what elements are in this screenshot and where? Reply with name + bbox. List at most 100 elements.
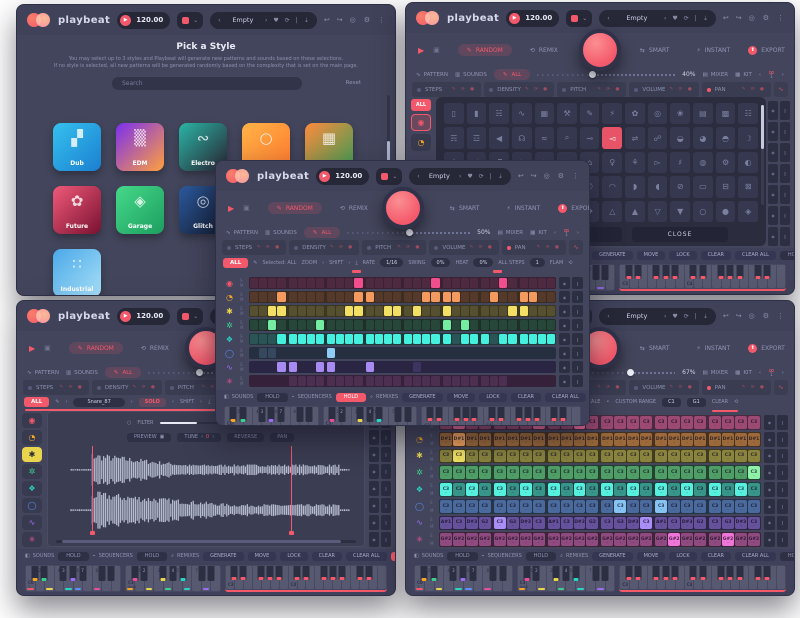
style-tile-garage[interactable]: ◈Garage [116, 186, 164, 234]
sound-icon-cell[interactable]: ⊘ [670, 176, 690, 197]
range-high[interactable]: G1 [687, 398, 706, 407]
step-cell[interactable] [404, 376, 412, 386]
sound-icon-cell[interactable]: ⊟ [716, 176, 736, 197]
piano-key-black[interactable] [31, 566, 38, 581]
step-cell[interactable] [375, 320, 383, 330]
pitch-cell[interactable]: C3 [709, 517, 721, 530]
step-cell[interactable] [289, 278, 297, 288]
step-cell[interactable] [307, 292, 315, 302]
sound-icon-cell[interactable]: ◗ [625, 176, 645, 197]
piano-key-black[interactable] [230, 566, 237, 580]
step-cell[interactable] [547, 320, 555, 330]
tune-control[interactable]: TUNE ‹ 0 › [177, 433, 221, 442]
track-button[interactable]: ❖ [22, 481, 42, 496]
move-button[interactable]: MOVE [248, 552, 277, 561]
piano-key-black[interactable] [293, 566, 300, 580]
step-cell[interactable] [327, 362, 335, 372]
step-cell[interactable] [404, 362, 412, 372]
mute-button[interactable]: ◉ [764, 415, 775, 430]
track-icon[interactable]: ◔ [222, 291, 237, 303]
pattern-toggle[interactable]: ∿PATTERN [226, 230, 258, 236]
track-icon[interactable]: ✱ [412, 449, 427, 464]
step-cell[interactable] [404, 292, 412, 302]
pitch-cell[interactable]: C3 [722, 483, 734, 496]
pitch-cell[interactable]: C3 [748, 466, 760, 479]
pitch-cell[interactable]: C3 [520, 500, 532, 513]
step-cell[interactable] [259, 306, 267, 316]
pitch-cell[interactable]: C3 [533, 500, 545, 513]
step-cell[interactable] [375, 348, 383, 358]
step-cell[interactable] [499, 362, 507, 372]
step-cell[interactable] [413, 292, 421, 302]
mute-button[interactable]: ◉ [559, 361, 570, 373]
clear-all-button[interactable]: CLEAR ALL [346, 552, 387, 561]
sound-icon-cell[interactable]: ♯ [670, 152, 690, 173]
piano-key-black[interactable] [662, 265, 669, 279]
step-cell[interactable] [508, 278, 516, 288]
step-cell[interactable] [529, 362, 537, 372]
undo-icon[interactable]: ↩ [723, 14, 729, 22]
step-cell[interactable] [375, 376, 383, 386]
link-icon[interactable]: ⤓ [355, 260, 357, 266]
remix-button[interactable]: ⟲ REMIX [132, 342, 178, 354]
piano-key-white[interactable] [777, 265, 785, 288]
step-cell[interactable] [481, 278, 489, 288]
pitch-cell[interactable]: G#2 [479, 533, 491, 546]
track-icon[interactable]: ❖ [412, 482, 427, 497]
undo-icon[interactable]: ↩ [723, 312, 729, 320]
sound-icon-cell[interactable]: ⚒ [557, 103, 577, 124]
step-cell[interactable] [375, 306, 383, 316]
pattern-toggle[interactable]: ∿PATTERN [27, 370, 59, 376]
track-icon[interactable]: ✳ [412, 532, 427, 547]
solo-button[interactable]: ∥ [381, 447, 391, 462]
favorite-icon[interactable]: ♥ [273, 17, 278, 24]
step-cell[interactable] [354, 376, 362, 386]
pitch-cell[interactable]: C3 [655, 483, 667, 496]
sound-icon-cell[interactable]: ⊸ [580, 127, 600, 148]
step-cell[interactable] [336, 376, 344, 386]
all-steps-value[interactable]: 1 [530, 258, 545, 267]
all-tab[interactable]: ALL [24, 397, 49, 407]
step-cell[interactable] [375, 334, 383, 344]
custom-range-label[interactable]: CUSTOM RANGE [615, 399, 656, 405]
step-cell[interactable] [481, 334, 489, 344]
pitch-cell[interactable]: C3 [668, 517, 680, 530]
mute-button[interactable]: ◉ [768, 185, 778, 204]
step-cell[interactable] [538, 320, 546, 330]
step-cell[interactable] [422, 320, 430, 330]
piano-key-black[interactable] [376, 407, 383, 422]
mute-button[interactable]: ◉ [768, 227, 778, 246]
pitch-cell[interactable]: G3 [722, 517, 734, 530]
reset-link[interactable]: Reset [346, 80, 361, 86]
sound-icon-cell[interactable]: ◍ [693, 152, 713, 173]
step-cell[interactable] [461, 362, 469, 372]
step-cell[interactable] [431, 334, 439, 344]
favorite-icon[interactable]: ♥ [467, 173, 472, 180]
main-generate-button[interactable] [579, 29, 621, 71]
pitch-cell[interactable]: C3 [466, 466, 478, 479]
sound-icon-cell[interactable]: ◒ [670, 127, 690, 148]
step-cell[interactable] [393, 348, 401, 358]
glide-icon[interactable]: ∿ [774, 82, 788, 97]
step-cell[interactable] [452, 334, 460, 344]
step-cell[interactable] [277, 362, 285, 372]
step-cell[interactable] [393, 376, 401, 386]
step-cell[interactable] [490, 348, 498, 358]
pitch-cell[interactable]: C3 [479, 466, 491, 479]
piano-key-black[interactable] [524, 407, 531, 421]
sound-icon-cell[interactable]: ✿ [625, 103, 645, 124]
sound-icon-cell[interactable]: ▮ [467, 103, 487, 124]
piano-key-black[interactable] [592, 265, 599, 280]
piano-key-black[interactable] [699, 566, 706, 580]
pitch-cell[interactable]: C3 [640, 483, 652, 496]
step-cell[interactable] [520, 348, 528, 358]
close-button[interactable]: CLOSE [632, 227, 728, 242]
solo-button[interactable]: ∥ [780, 227, 790, 246]
step-cell[interactable] [508, 292, 516, 302]
mute-button[interactable]: ◉ [764, 516, 775, 531]
pitch-cell[interactable]: C3 [494, 517, 506, 530]
step-cell[interactable] [538, 292, 546, 302]
pattern-next-icon[interactable]: › [782, 370, 784, 376]
pitch-cell[interactable]: C3 [507, 450, 519, 463]
step-cell[interactable] [354, 362, 362, 372]
